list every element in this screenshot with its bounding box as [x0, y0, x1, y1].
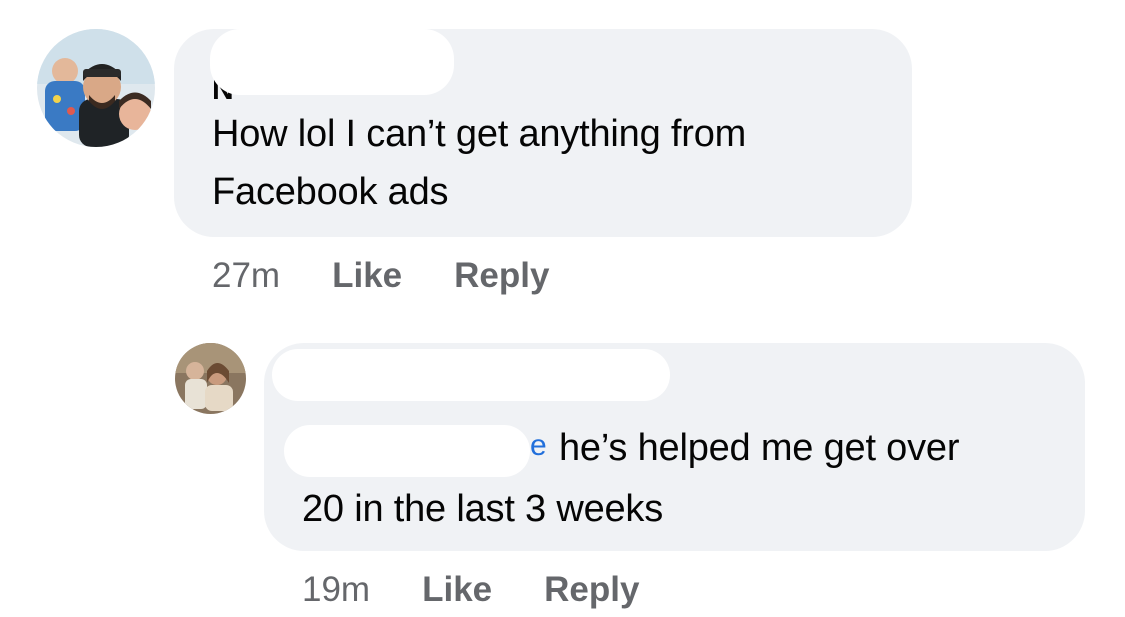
redacted-name	[272, 349, 670, 401]
comment-actions: 27m Like Reply	[212, 256, 601, 296]
mention-link[interactable]: e	[530, 429, 547, 463]
reply-text-line2: 20 in the last 3 weeks	[302, 488, 664, 530]
reply-button[interactable]: Reply	[544, 570, 639, 610]
redacted-name	[210, 29, 454, 95]
reply-avatar[interactable]	[175, 343, 246, 414]
avatar-photo-icon	[37, 29, 155, 147]
reply-bubble: e he’s helped me get over 20 in the last…	[264, 343, 1085, 551]
commenter-avatar[interactable]	[37, 29, 155, 147]
avatar-photo-icon	[175, 343, 246, 414]
reply-text-line1: he’s helped me get over	[559, 427, 960, 469]
reply-button[interactable]: Reply	[454, 256, 549, 296]
like-button[interactable]: Like	[332, 256, 402, 296]
comment-bubble: N How lol I can’t get anything from Face…	[174, 29, 912, 237]
reply-timestamp[interactable]: 19m	[302, 570, 370, 610]
like-button[interactable]: Like	[422, 570, 492, 610]
reply-actions: 19m Like Reply	[302, 570, 691, 610]
comment-timestamp[interactable]: 27m	[212, 256, 280, 296]
comment-thread: N How lol I can’t get anything from Face…	[0, 0, 1125, 617]
comment-text: How lol I can’t get anything from Facebo…	[212, 113, 747, 213]
redacted-mention	[284, 425, 530, 477]
